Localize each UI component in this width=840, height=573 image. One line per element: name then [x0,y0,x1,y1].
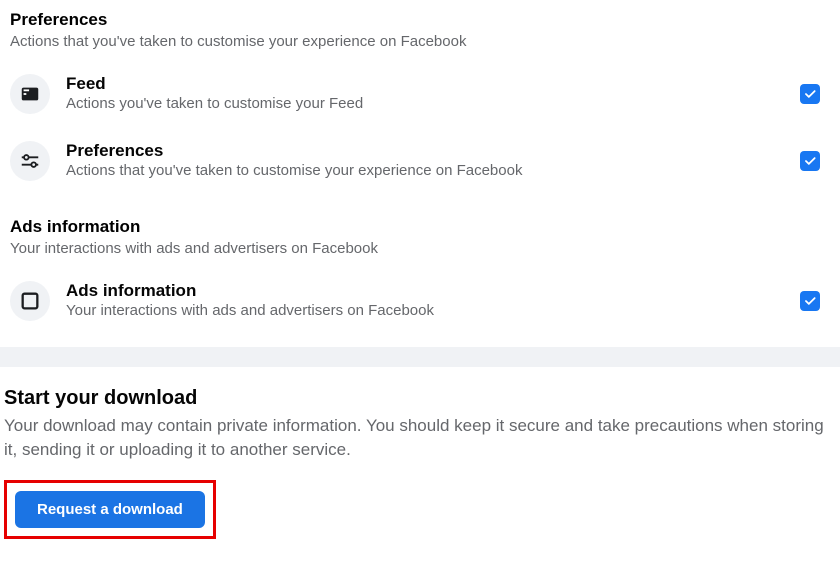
item-preferences[interactable]: Preferences Actions that you've taken to… [10,135,830,187]
item-text: Preferences Actions that you've taken to… [66,141,784,181]
checkbox-preferences[interactable] [800,151,820,171]
item-feed[interactable]: Feed Actions you've taken to customise y… [10,68,830,120]
ad-icon [10,281,50,321]
item-text: Feed Actions you've taken to customise y… [66,74,784,114]
section-title: Preferences [10,10,830,30]
section-preferences: Preferences Actions that you've taken to… [0,0,840,207]
feed-icon [10,74,50,114]
section-desc: Your interactions with ads and advertise… [10,239,830,259]
section-ads: Ads information Your interactions with a… [0,207,840,348]
download-desc: Your download may contain private inform… [4,414,836,462]
item-ads-information[interactable]: Ads information Your interactions with a… [10,275,830,327]
highlight-annotation: Request a download [4,480,216,539]
download-title: Start your download [4,387,836,410]
item-desc: Actions you've taken to customise your F… [66,94,784,114]
checkbox-feed[interactable] [800,84,820,104]
item-title: Feed [66,74,784,94]
request-download-button[interactable]: Request a download [15,491,205,528]
item-title: Ads information [66,281,784,301]
sliders-icon [10,141,50,181]
section-title: Ads information [10,217,830,237]
item-desc: Actions that you've taken to customise y… [66,161,784,181]
item-desc: Your interactions with ads and advertise… [66,301,784,321]
separator-strip [0,347,840,367]
checkbox-ads[interactable] [800,291,820,311]
item-text: Ads information Your interactions with a… [66,281,784,321]
section-desc: Actions that you've taken to customise y… [10,32,830,52]
item-title: Preferences [66,141,784,161]
download-section: Start your download Your download may co… [0,367,840,559]
